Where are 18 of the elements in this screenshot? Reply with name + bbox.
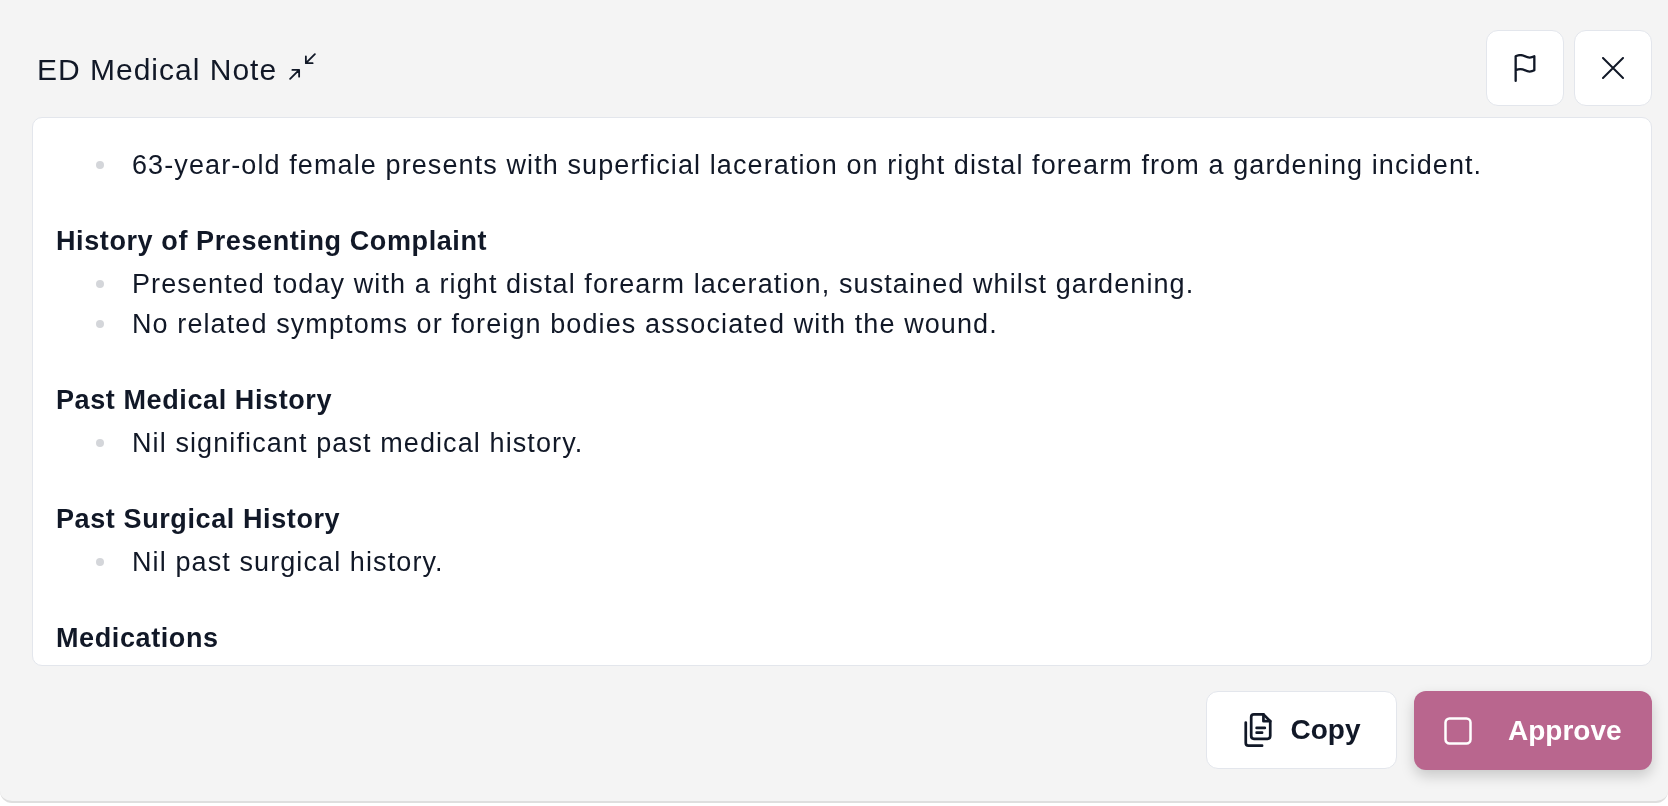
documents-icon: [1242, 713, 1273, 747]
note-text: No related symptoms or foreign bodies associated with the wound.: [132, 308, 998, 341]
approve-button[interactable]: Approve: [1414, 691, 1652, 770]
close-icon: [1602, 57, 1624, 79]
window-title: ED Medical Note: [37, 52, 278, 88]
section-heading: History of Presenting Complaint: [56, 225, 488, 258]
section-heading: Past Surgical History: [56, 503, 341, 536]
note-text: 63-year-old female presents with superficial laceration on right distal forearm from a gardening incident.: [132, 149, 1483, 182]
copy-button[interactable]: Copy: [1206, 691, 1397, 769]
note-text: Nil past surgical history.: [132, 546, 444, 579]
flag-icon: [1513, 54, 1537, 82]
note-text: Presented today with a right distal forearm laceration, sustained whilst gardening.: [132, 268, 1195, 301]
close-button[interactable]: [1574, 30, 1652, 106]
section-heading: Past Medical History: [56, 384, 333, 417]
flag-button[interactable]: [1486, 30, 1564, 106]
section-heading: Medications: [56, 622, 219, 655]
collapse-arrows-icon[interactable]: [289, 52, 317, 80]
note-text: Nil significant past medical history.: [132, 427, 584, 460]
